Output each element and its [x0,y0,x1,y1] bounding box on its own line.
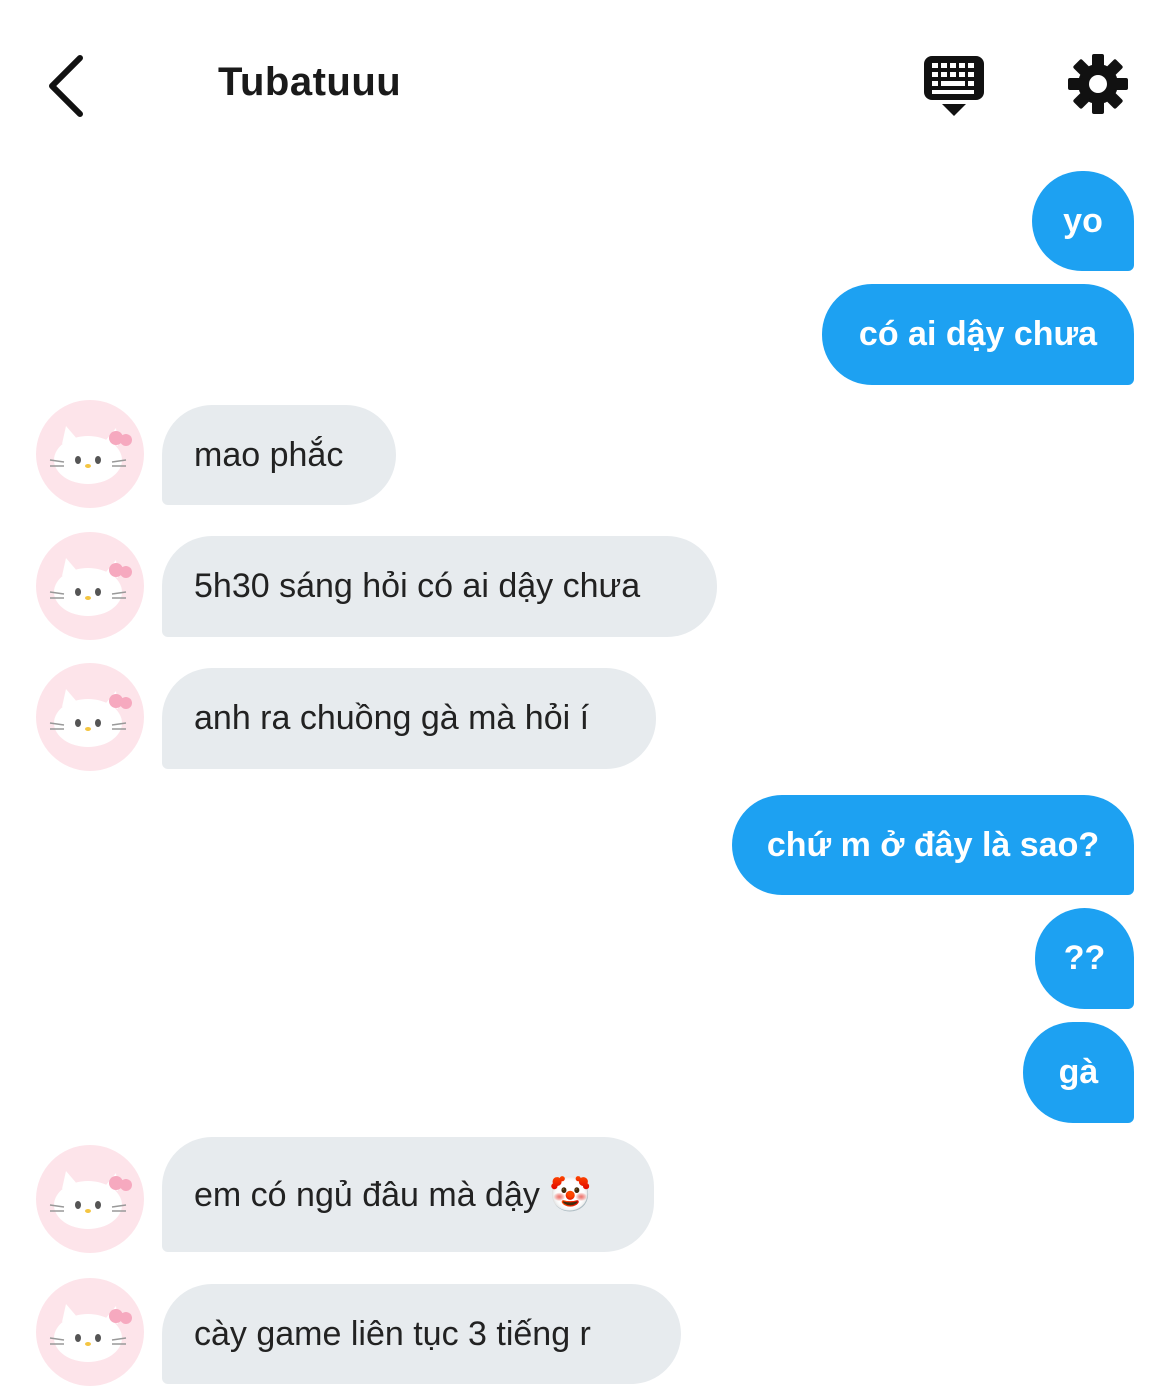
message-bubble-outgoing[interactable]: ?? [1035,908,1134,1009]
avatar[interactable] [36,663,144,771]
message-text: ?? [1063,939,1106,977]
chat-title[interactable]: Tubatuuu [218,60,401,105]
message-text: 5h30 sáng hỏi có ai dậy chưa [194,567,641,605]
message-bubble-incoming[interactable]: anh ra chuồng gà mà hỏi í [162,668,656,769]
hello-kitty-avatar-icon [49,426,132,484]
message-bubble-outgoing[interactable]: yo [1032,171,1134,271]
hello-kitty-avatar-icon [49,689,132,747]
chat-header: Tubatuuu [0,0,1170,170]
message-bubble-incoming[interactable]: em có ngủ đâu mà dậy 🤡 [162,1137,654,1252]
message-text: em có ngủ đâu mà dậy 🤡 [194,1175,592,1214]
hello-kitty-avatar-icon [49,1304,132,1362]
message-bubble-outgoing[interactable]: chứ m ở đây là sao? [732,795,1134,895]
message-text: anh ra chuồng gà mà hỏi í [194,699,590,737]
message-bubble-incoming[interactable]: 5h30 sáng hỏi có ai dậy chưa [162,536,717,637]
avatar[interactable] [36,400,144,508]
avatar[interactable] [36,1145,144,1253]
message-bubble-incoming[interactable]: cày game liên tục 3 tiếng r [162,1284,681,1384]
message-bubble-outgoing[interactable]: có ai dậy chưa [822,284,1134,385]
message-text: yo [1063,201,1103,240]
keyboard-toggle-button[interactable] [920,54,988,118]
chevron-left-icon [49,55,83,117]
avatar[interactable] [36,532,144,640]
message-bubble-incoming[interactable]: mao phắc [162,405,396,505]
message-text: cày game liên tục 3 tiếng r [194,1314,591,1353]
back-button[interactable] [40,48,100,124]
gear-icon [1068,54,1128,114]
message-text: gà [1058,1053,1099,1091]
hello-kitty-avatar-icon [49,558,132,616]
settings-button[interactable] [1066,52,1130,116]
message-text: chứ m ở đây là sao? [766,825,1100,864]
message-text: mao phắc [194,435,344,474]
hello-kitty-avatar-icon [49,1171,132,1229]
message-text: có ai dậy chưa [858,315,1098,353]
message-bubble-outgoing[interactable]: gà [1023,1022,1134,1123]
avatar[interactable] [36,1278,144,1386]
keyboard-icon [924,56,984,116]
